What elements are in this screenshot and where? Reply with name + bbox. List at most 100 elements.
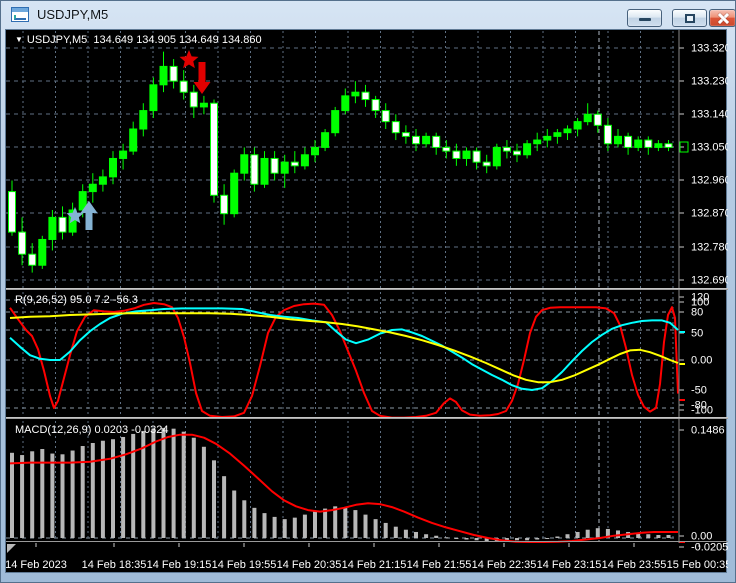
candle-body bbox=[634, 139, 643, 148]
chart-dropdown-icon[interactable]: ▼ bbox=[15, 35, 23, 44]
macd-histogram-bar bbox=[646, 534, 651, 538]
chart-window-icon bbox=[11, 7, 29, 22]
price-axis-label: 133.230 bbox=[691, 75, 728, 87]
panel-separator[interactable] bbox=[6, 417, 728, 419]
restore-icon bbox=[685, 14, 695, 23]
macd-histogram-bar bbox=[464, 538, 469, 540]
macd-histogram-bar bbox=[232, 490, 237, 538]
macd-histogram-bar bbox=[535, 538, 540, 540]
candle-body bbox=[311, 146, 319, 156]
candle-body bbox=[290, 161, 299, 167]
macd-histogram-bar bbox=[242, 500, 247, 538]
candle-body bbox=[341, 95, 350, 112]
minimize-icon bbox=[639, 18, 651, 21]
candle-body bbox=[563, 128, 572, 134]
macd-histogram-bar bbox=[353, 510, 358, 538]
candle-body bbox=[644, 139, 653, 148]
macd-histogram-bar bbox=[575, 531, 580, 538]
ohlc-quote-label: ▼ USDJPY,M5 134.649 134.905 134.649 134.8… bbox=[15, 34, 262, 46]
macd-histogram-bar bbox=[555, 536, 560, 538]
price-axis-label: 132.960 bbox=[691, 174, 728, 186]
candle-body bbox=[230, 172, 239, 215]
candle-body bbox=[614, 135, 622, 145]
time-axis-label: 14 Feb 2023 bbox=[6, 559, 67, 571]
macd-histogram-bar bbox=[302, 514, 307, 538]
macd-histogram-bar bbox=[393, 526, 398, 538]
symbol-period-label: USDJPY,M5 bbox=[26, 34, 88, 46]
macd-histogram-bar bbox=[656, 534, 661, 538]
chart-shift-marker bbox=[7, 544, 16, 553]
minimize-button[interactable] bbox=[627, 9, 662, 27]
wpr-indicator-label: R(9,26,52) 95.0 7.2 -56.3 bbox=[15, 294, 138, 306]
macd-histogram-bar bbox=[212, 460, 216, 538]
candle-body bbox=[371, 99, 380, 112]
candle-body bbox=[88, 183, 97, 193]
restore-button[interactable] bbox=[672, 9, 707, 27]
candle-body bbox=[280, 161, 289, 174]
candle-body bbox=[351, 91, 360, 97]
candle-body bbox=[250, 154, 259, 185]
candle-body bbox=[321, 132, 330, 148]
time-axis-label: 15 Feb 00:35 bbox=[667, 559, 728, 571]
candle-body bbox=[199, 102, 208, 108]
wpr-axis-label: 0.00 bbox=[691, 354, 712, 366]
candle-body bbox=[18, 231, 27, 255]
wpr-line-slow bbox=[9, 312, 679, 384]
wpr-axis-label: 80 bbox=[691, 306, 703, 318]
candle-body bbox=[381, 110, 390, 123]
candle-body bbox=[240, 154, 249, 174]
candle-body bbox=[109, 157, 117, 178]
candle-body bbox=[391, 121, 400, 134]
candle-body bbox=[260, 157, 269, 185]
macd-histogram-bar bbox=[565, 534, 570, 538]
macd-histogram-bar bbox=[434, 535, 439, 538]
candle-body bbox=[624, 135, 633, 148]
macd-histogram-bar bbox=[454, 538, 459, 539]
candle-body bbox=[28, 253, 37, 266]
candle-body bbox=[58, 216, 67, 233]
window-titlebar[interactable]: USDJPY,M5 bbox=[1, 1, 735, 29]
time-axis-label: 14 Feb 20:35 bbox=[277, 559, 342, 571]
candle-body bbox=[189, 91, 198, 108]
candle-body bbox=[331, 110, 340, 134]
macd-histogram-bar bbox=[90, 442, 95, 538]
candle-body bbox=[583, 113, 592, 123]
time-axis-label: 14 Feb 23:15 bbox=[537, 559, 602, 571]
macd-histogram-bar bbox=[585, 529, 590, 538]
macd-histogram-bar bbox=[474, 538, 479, 541]
close-button[interactable] bbox=[709, 9, 735, 27]
macd-axis-label: 0.1486 bbox=[691, 424, 725, 436]
macd-histogram-bar bbox=[171, 428, 176, 538]
price-axis-label: 132.870 bbox=[691, 207, 728, 219]
price-axis-label: 133.140 bbox=[691, 108, 728, 120]
macd-histogram-bar bbox=[151, 428, 156, 538]
macd-histogram-bar bbox=[383, 522, 388, 538]
candle-body bbox=[513, 150, 521, 156]
candle-body bbox=[543, 135, 552, 141]
macd-histogram-bar bbox=[70, 450, 75, 538]
time-axis-label: 14 Feb 22:35 bbox=[472, 559, 537, 571]
chart-client-area[interactable]: 133.320 133.230 133.140 133.050 132.960 132.8… bbox=[5, 29, 728, 573]
macd-histogram-bar bbox=[545, 538, 550, 539]
wpr-axis-label: -100 bbox=[691, 404, 713, 416]
panel-separator[interactable] bbox=[6, 288, 728, 290]
candle-body bbox=[300, 154, 309, 167]
candle-body bbox=[432, 135, 441, 148]
candle-body bbox=[119, 150, 128, 159]
macd-indicator-label: MACD(12,26,9) 0.0203 -0.0324 bbox=[15, 424, 169, 436]
candle-body bbox=[603, 124, 612, 145]
sell-signal-star-icon bbox=[179, 50, 199, 69]
macd-histogram-bar bbox=[292, 517, 297, 538]
macd-histogram-bar bbox=[10, 452, 14, 538]
candle-body bbox=[98, 176, 107, 185]
close-icon bbox=[718, 13, 729, 24]
macd-histogram-bar bbox=[111, 439, 115, 538]
macd-histogram-bar bbox=[313, 511, 317, 538]
time-axis-label: 14 Feb 18:35 bbox=[82, 559, 147, 571]
mt4-chart-window: USDJPY,M5 133.320 133.230 133.140 133.050 13… bbox=[0, 0, 736, 583]
macd-axis-label: -0.0205 bbox=[691, 541, 728, 553]
candle-body bbox=[38, 238, 47, 266]
candle-body bbox=[492, 146, 501, 167]
candle-body bbox=[412, 135, 420, 145]
macd-histogram-bar bbox=[80, 446, 85, 538]
